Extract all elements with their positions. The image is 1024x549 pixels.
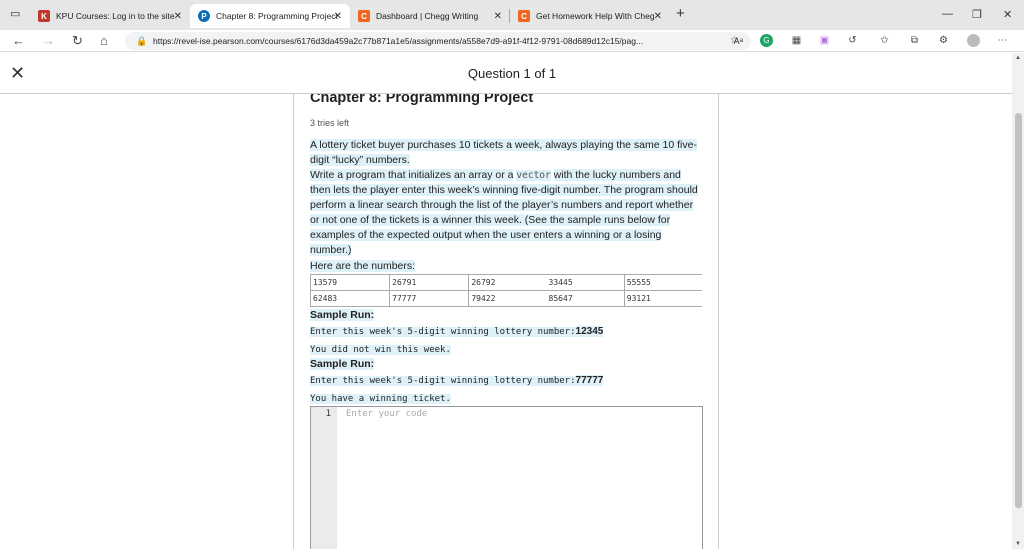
table-cell: 55555 [623,274,702,291]
grammarly-extension-icon[interactable]: G [760,34,773,47]
tab-title: KPU Courses: Log in to the site [56,11,175,21]
refresh-icon[interactable]: ↻ [72,33,83,49]
sample-run-1-prompt: Enter this week's 5-digit winning lotter… [310,324,604,340]
table-cell: 77777 [389,290,469,307]
question-card: Chapter 8: Programming Project 3 tries l… [293,94,719,549]
collections-icon[interactable]: ⧉ [908,34,921,47]
home-icon[interactable]: ⌂ [100,33,108,48]
sample-run-2-output: You have a winning ticket. [310,391,451,407]
numbers-intro: Here are the numbers: [310,259,416,274]
project-heading: Chapter 8: Programming Project [310,94,534,106]
table-row: 13579 26791 26792 33445 55555 [309,274,702,291]
sample-run-1-output: You did not win this week. [310,342,451,358]
table-cell: 62483 [309,290,390,307]
address-toolbar: ← → ↻ ⌂ 🔒 https://revel-ise.pearson.com/… [0,30,1024,52]
scrollbar-thumb[interactable] [1015,113,1022,508]
run-input: 12345 [575,326,604,337]
table-cell: 85647 [546,290,625,307]
more-options-icon[interactable]: ⋯ [996,34,1009,47]
tab-bar: ▭ K KPU Courses: Log in to the site ✕ P … [0,0,1024,30]
new-tab-icon[interactable]: + [676,5,685,22]
tab-actions-icon[interactable]: ▭ [10,7,20,20]
description-paragraph-2b: with the lucky numbers and then lets the… [310,169,698,256]
run-prompt: Enter this week's 5-digit winning lotter… [310,376,576,386]
minimize-icon[interactable]: — [942,8,953,20]
run-output: You have a winning ticket. [310,394,451,404]
tab-title: Chapter 8: Programming Project [216,11,338,21]
description-paragraph-2a: Write a program that initializes an arra… [310,169,514,181]
tab-chapter[interactable]: P Chapter 8: Programming Project ✕ [190,4,350,28]
run-output: You did not win this week. [310,345,451,355]
add-favorite-icon[interactable]: ☆ [728,34,741,47]
chegg-favicon-icon: C [518,10,530,22]
table-cell: 33445 [546,274,625,291]
table-cell: 26792 [468,274,547,291]
restore-icon[interactable]: ❐ [972,8,982,21]
editor-gutter: 1 [311,407,337,549]
content-area: Chapter 8: Programming Project 3 tries l… [0,94,1012,549]
sample-run-label-text: Sample Run: [310,309,375,321]
run-prompt: Enter this week's 5-digit winning lotter… [310,327,576,337]
address-bar[interactable]: 🔒 https://revel-ise.pearson.com/courses/… [125,32,751,50]
problem-description-2: Write a program that initializes an arra… [310,168,702,258]
table-row: 62483 77777 79422 85647 93121 [309,290,702,307]
close-tab-icon[interactable]: ✕ [334,11,342,22]
table-cell: 93121 [623,290,702,307]
lock-icon: 🔒 [136,36,148,46]
table-cell: 13579 [309,274,390,291]
chegg-favicon-icon: C [358,10,370,22]
pearson-favicon-icon: P [198,10,210,22]
scroll-up-icon[interactable]: ▲ [1015,55,1021,61]
back-icon[interactable]: ← [12,33,25,48]
sample-run-label-1: Sample Run: [310,308,375,323]
question-header: ✕ Question 1 of 1 [0,53,1024,94]
tab-chegg-homework[interactable]: C Get Homework Help With Chegg ✕ [510,4,670,28]
table-cell: 26791 [389,274,469,291]
tab-chegg-writing[interactable]: C Dashboard | Chegg Writing ✕ [350,4,510,28]
numbers-intro-text: Here are the numbers: [310,260,416,272]
scroll-down-icon[interactable]: ▼ [1015,541,1021,547]
extension-icon[interactable]: ▣ [818,34,831,47]
code-editor[interactable]: 1 Enter your code [310,406,703,549]
question-counter: Question 1 of 1 [467,66,557,81]
sample-run-2-prompt: Enter this week's 5-digit winning lotter… [310,373,604,389]
description-paragraph-1: A lottery ticket buyer purchases 10 tick… [310,139,697,166]
tries-remaining: 3 tries left [310,118,350,128]
page-scrollbar[interactable]: ▲ ▼ [1012,53,1024,549]
close-tab-icon[interactable]: ✕ [494,11,502,22]
extensions-icon[interactable]: ⚙ [937,34,950,47]
tab-kpu[interactable]: K KPU Courses: Log in to the site ✕ [30,4,190,28]
close-window-icon[interactable]: ✕ [1003,8,1012,21]
extension-icon[interactable]: ▦ [790,34,803,47]
forward-icon[interactable]: → [42,33,55,48]
favorites-icon[interactable]: ✩ [878,34,891,47]
tab-title: Get Homework Help With Chegg [536,11,654,21]
extension-icon[interactable]: ↺ [846,34,859,47]
line-number: 1 [325,409,331,419]
tab-title: Dashboard | Chegg Writing [376,11,479,21]
sample-run-label-text: Sample Run: [310,358,375,370]
close-tab-icon[interactable]: ✕ [654,11,662,22]
kpu-favicon-icon: K [38,10,50,22]
run-input: 77777 [575,375,604,386]
close-tab-icon[interactable]: ✕ [174,11,182,22]
sample-run-label-2: Sample Run: [310,357,375,372]
editor-placeholder: Enter your code [346,409,428,419]
inline-code: vector [516,170,551,181]
problem-description: A lottery ticket buyer purchases 10 tick… [310,138,702,168]
table-cell: 79422 [468,290,547,307]
lucky-numbers-table: 13579 26791 26792 33445 55555 62483 7777… [309,274,702,307]
url-text: https://revel-ise.pearson.com/courses/61… [153,36,644,46]
profile-avatar-icon[interactable] [967,34,980,47]
